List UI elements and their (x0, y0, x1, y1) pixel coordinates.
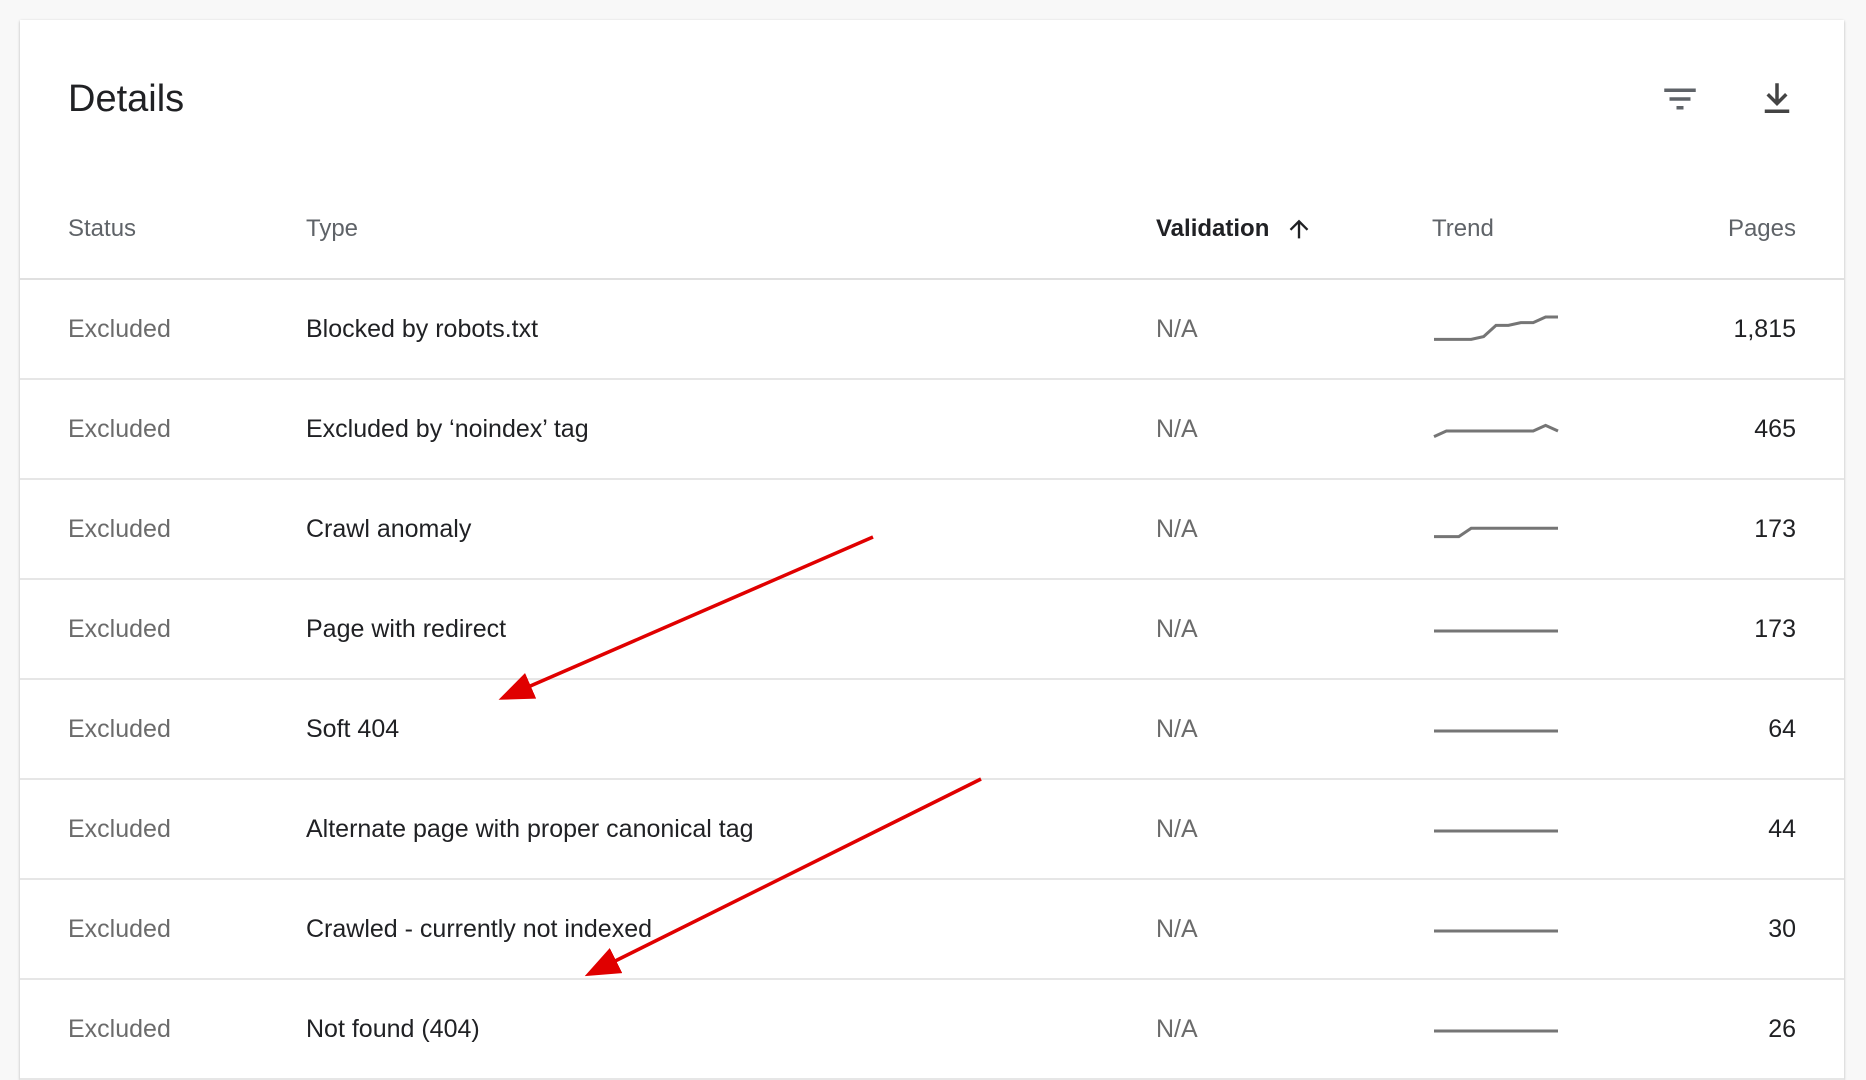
trend-sparkline (1434, 729, 1558, 733)
trend-line (1434, 315, 1558, 341)
row-trend-sparkline (1432, 480, 1560, 578)
row-pages: 1,815 (1733, 314, 1796, 343)
sort-ascending-icon (1285, 215, 1313, 243)
row-pages: 64 (1768, 714, 1796, 743)
row-validation: N/A (1156, 814, 1198, 843)
row-type: Excluded by ‘noindex’ tag (306, 414, 589, 443)
trend-sparkline (1434, 315, 1558, 341)
row-type: Page with redirect (306, 614, 507, 643)
row-status: Excluded (68, 914, 171, 943)
trend-sparkline (1434, 526, 1558, 539)
column-header-trend[interactable]: Trend (1432, 180, 1494, 278)
row-pages: 173 (1754, 514, 1796, 543)
table-row[interactable]: Excluded Page with redirect N/A 173 (20, 580, 1844, 680)
trend-sparkline (1434, 929, 1558, 933)
download-icon (1764, 83, 1790, 113)
table-row[interactable]: Excluded Blocked by robots.txt N/A 1,815 (20, 280, 1844, 380)
row-type: Soft 404 (306, 714, 400, 743)
row-type: Crawl anomaly (306, 514, 472, 543)
download-button[interactable] (1753, 75, 1801, 123)
column-header-pages[interactable]: Pages (1728, 180, 1796, 278)
table-row[interactable]: Excluded Not found (404) N/A 26 (20, 980, 1844, 1080)
row-pages: 173 (1754, 614, 1796, 643)
row-validation: N/A (1156, 414, 1198, 443)
row-trend-sparkline (1432, 280, 1560, 378)
row-status: Excluded (68, 614, 171, 643)
row-trend-sparkline (1432, 880, 1560, 978)
row-validation: N/A (1156, 914, 1198, 943)
table-header: Status Type Validation Trend Pages (20, 180, 1844, 280)
row-trend-sparkline (1432, 680, 1560, 778)
row-status: Excluded (68, 714, 171, 743)
table-body: Excluded Blocked by robots.txt N/A 1,815 Exc… (20, 280, 1844, 1080)
table-row[interactable]: Excluded Crawl anomaly N/A 173 (20, 480, 1844, 580)
card-title: Details (68, 78, 185, 120)
row-trend-sparkline (1432, 380, 1560, 478)
table-row[interactable]: Excluded Crawled - currently not indexed N… (20, 880, 1844, 980)
row-trend-sparkline (1432, 580, 1560, 678)
details-card: Details Status Type Validation Trend Pag… (20, 20, 1844, 1080)
trend-sparkline (1434, 829, 1558, 833)
row-status: Excluded (68, 514, 171, 543)
row-status: Excluded (68, 814, 171, 843)
trend-line (1433, 423, 1559, 438)
row-pages: 44 (1768, 814, 1796, 843)
column-header-status[interactable]: Status (68, 180, 136, 278)
trend-sparkline (1434, 1029, 1558, 1033)
row-type: Not found (404) (306, 1014, 480, 1043)
row-validation: N/A (1156, 714, 1198, 743)
table-row[interactable]: Excluded Excluded by ‘noindex’ tag N/A 465 (20, 380, 1844, 480)
row-pages: 465 (1754, 414, 1796, 443)
row-pages: 26 (1768, 1014, 1796, 1043)
column-header-validation-label: Validation (1156, 215, 1270, 242)
row-status: Excluded (68, 314, 171, 343)
trend-sparkline (1433, 423, 1559, 438)
column-header-validation[interactable]: Validation (1156, 180, 1313, 278)
row-trend-sparkline (1432, 780, 1560, 878)
row-type: Blocked by robots.txt (306, 314, 539, 343)
row-validation: N/A (1156, 314, 1198, 343)
column-header-type[interactable]: Type (306, 180, 358, 278)
row-validation: N/A (1156, 1014, 1198, 1043)
filter-icon (1664, 88, 1696, 110)
row-validation: N/A (1156, 514, 1198, 543)
row-pages: 30 (1768, 914, 1796, 943)
trend-line (1434, 526, 1558, 539)
table-row[interactable]: Excluded Alternate page with proper canon… (20, 780, 1844, 880)
table-row[interactable]: Excluded Soft 404 N/A 64 (20, 680, 1844, 780)
row-status: Excluded (68, 414, 171, 443)
filter-button[interactable] (1656, 75, 1704, 123)
row-type: Crawled - currently not indexed (306, 914, 652, 943)
row-trend-sparkline (1432, 980, 1560, 1078)
row-validation: N/A (1156, 614, 1198, 643)
trend-sparkline (1434, 629, 1558, 633)
row-type: Alternate page with proper canonical tag (306, 814, 754, 843)
row-status: Excluded (68, 1014, 171, 1043)
